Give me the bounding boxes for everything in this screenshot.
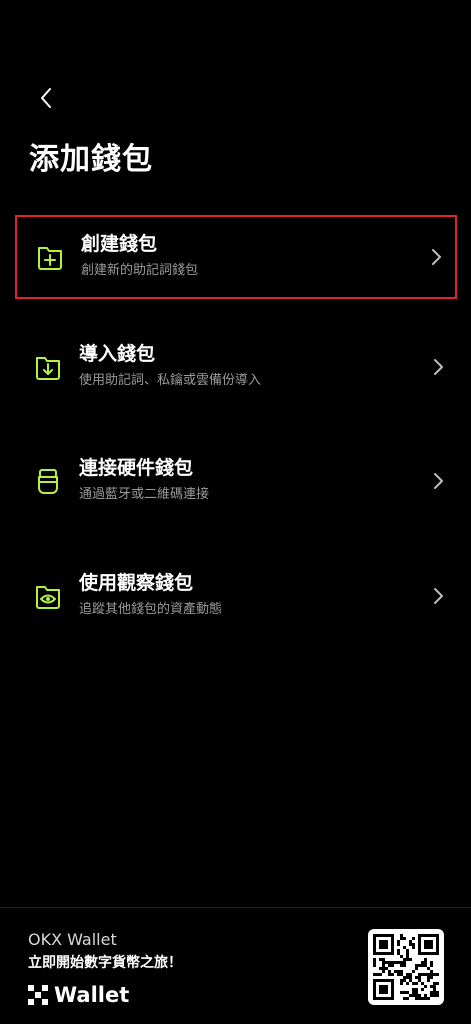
qr-code-icon [373, 934, 439, 1000]
folder-plus-icon [38, 247, 62, 270]
create-wallet-option[interactable]: 創建錢包 創建新的助記詞錢包 [15, 215, 457, 299]
import-wallet-option[interactable]: 導入錢包 使用助記詞、私鑰或雲備份導入 [15, 327, 457, 411]
chevron-left-icon [41, 88, 51, 108]
back-button[interactable] [30, 82, 62, 114]
okx-logo-icon [28, 985, 48, 1005]
page-title: 添加錢包 [29, 142, 153, 177]
chevron-right-icon [434, 473, 443, 489]
watch-wallet-option[interactable]: 使用觀察錢包 追蹤其他錢包的資產動態 [15, 556, 457, 640]
footer-logo-text: Wallet [54, 983, 130, 1007]
connect-hardware-wallet-option[interactable]: 連接硬件錢包 通過藍牙或二維碼連接 [15, 441, 457, 525]
footer-slogan: 立即開始數字貨幣之旅！ [28, 955, 182, 971]
option-title: 使用觀察錢包 [79, 572, 194, 594]
option-title: 導入錢包 [79, 343, 156, 365]
option-description: 創建新的助記詞錢包 [81, 263, 199, 278]
chevron-right-icon [432, 249, 441, 265]
chevron-right-icon [434, 359, 443, 375]
option-description: 使用助記詞、私鑰或雲備份導入 [79, 373, 262, 388]
eye-folder-icon [36, 586, 60, 609]
hardware-wallet-icon [38, 469, 58, 494]
okx-wallet-logo: Wallet [28, 982, 129, 1008]
option-description: 追蹤其他錢包的資產動態 [79, 602, 223, 617]
option-title: 創建錢包 [81, 233, 158, 255]
footer-brand: OKX Wallet [28, 930, 117, 949]
folder-download-icon [36, 357, 60, 380]
footer-promo: OKX Wallet 立即開始數字貨幣之旅！ Wallet [0, 907, 471, 1024]
option-title: 連接硬件錢包 [79, 457, 194, 479]
option-description: 通過藍牙或二維碼連接 [79, 487, 210, 502]
qr-code[interactable] [368, 929, 444, 1005]
chevron-right-icon [434, 588, 443, 604]
